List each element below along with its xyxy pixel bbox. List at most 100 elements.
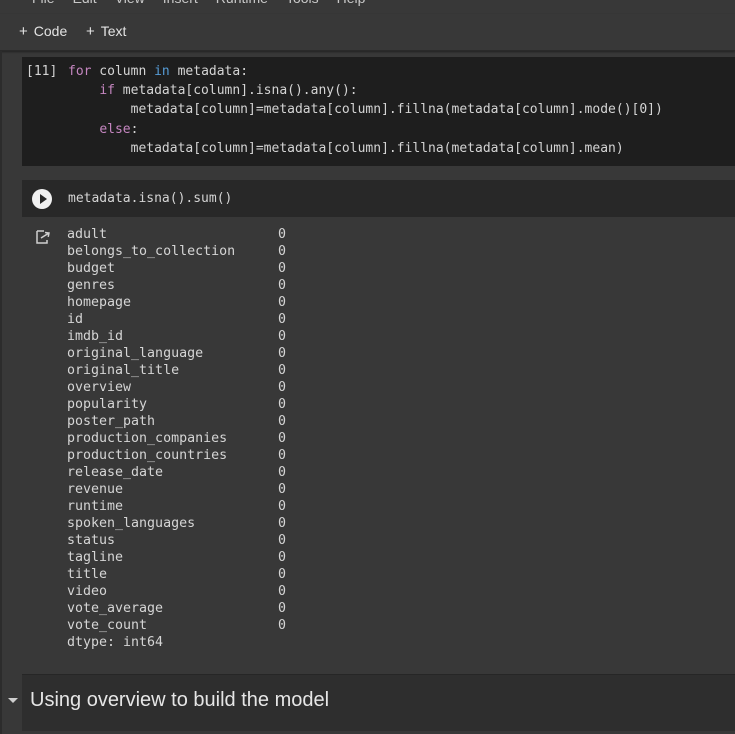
- plus-icon: +: [19, 23, 28, 40]
- run-cell-button[interactable]: [32, 189, 52, 209]
- null-count: 0: [278, 584, 287, 599]
- output-row: original_language 0: [67, 345, 286, 362]
- null-count: 0: [278, 244, 287, 259]
- collapse-section-icon[interactable]: [8, 698, 18, 703]
- null-count: 0: [278, 414, 287, 429]
- add-code-button[interactable]: + Code: [19, 23, 67, 40]
- text-section-header[interactable]: Using overview to build the model: [22, 674, 735, 731]
- output-row: production_companies 0: [67, 430, 286, 447]
- null-count: 0: [278, 346, 287, 361]
- menu-item[interactable]: Insert: [163, 0, 198, 6]
- null-count: 0: [278, 312, 287, 327]
- column-name: vote_average: [67, 601, 164, 616]
- output-row: tagline 0: [67, 549, 286, 566]
- column-name: runtime: [67, 499, 124, 514]
- column-name: original_title: [67, 363, 180, 378]
- execution-count: [11]: [26, 64, 58, 79]
- null-count: 0: [278, 431, 287, 446]
- null-count: 0: [278, 295, 287, 310]
- column-name: production_companies: [67, 431, 228, 446]
- column-name: video: [67, 584, 108, 599]
- menu-item[interactable]: Edit: [73, 0, 97, 6]
- code-line: if metadata[column].isna().any():: [68, 81, 663, 100]
- column-name: tagline: [67, 550, 124, 565]
- column-name: popularity: [67, 397, 148, 412]
- add-text-label: Text: [100, 23, 127, 39]
- null-count: 0: [278, 448, 287, 463]
- code-token: if: [99, 83, 115, 99]
- code-token: else: [99, 121, 131, 137]
- output-row: release_date 0: [67, 464, 286, 481]
- toolbar: + Code + Text: [0, 14, 735, 51]
- code-token: metadata[column].isna().any():: [114, 83, 358, 99]
- column-name: release_date: [67, 465, 164, 480]
- column-name: genres: [67, 278, 116, 293]
- plus-icon: +: [86, 23, 95, 40]
- output-row: spoken_languages 0: [67, 515, 286, 532]
- column-name: status: [67, 533, 116, 548]
- null-count: 0: [278, 482, 287, 497]
- output-row: vote_average 0: [67, 600, 286, 617]
- null-count: 0: [278, 227, 287, 242]
- menu-item[interactable]: File: [32, 0, 55, 6]
- output-row: video 0: [67, 583, 286, 600]
- null-count: 0: [278, 516, 287, 531]
- menu-item[interactable]: View: [115, 0, 145, 6]
- left-rail: [0, 51, 2, 734]
- output-row: title 0: [67, 566, 286, 583]
- code-token: for: [68, 64, 92, 79]
- null-count: 0: [278, 397, 287, 412]
- column-name: revenue: [67, 482, 124, 497]
- null-count: 0: [278, 533, 287, 548]
- cell-output: adult 0 belongs_to_collection 0 budget 0 genre…: [67, 226, 286, 651]
- column-name: original_language: [67, 346, 204, 361]
- output-row: id 0: [67, 311, 286, 328]
- column-name: homepage: [67, 295, 132, 310]
- column-name: spoken_languages: [67, 516, 196, 531]
- code-line: metadata[column]=metadata[column].fillna…: [68, 100, 663, 119]
- code-cell-active[interactable]: metadata.isna().sum(): [22, 180, 735, 217]
- column-name: overview: [67, 380, 132, 395]
- output-row: original_title 0: [67, 362, 286, 379]
- output-row: overview 0: [67, 379, 286, 396]
- null-count: 0: [278, 465, 287, 480]
- code-line: else:: [68, 120, 663, 139]
- null-count: 0: [278, 499, 287, 514]
- output-row: belongs_to_collection 0: [67, 243, 286, 260]
- output-row: vote_count 0: [67, 617, 286, 634]
- code-token: column: [91, 64, 155, 79]
- output-row: genres 0: [67, 277, 286, 294]
- output-row: budget 0: [67, 260, 286, 277]
- null-count: 0: [278, 618, 287, 633]
- output-actions-icon[interactable]: [35, 229, 51, 245]
- add-text-button[interactable]: + Text: [86, 23, 126, 40]
- output-row: popularity 0: [67, 396, 286, 413]
- code-line: for column in metadata:: [68, 62, 663, 81]
- code-cell-previous[interactable]: [11] for column in metadata: if metadata…: [22, 57, 735, 166]
- menu-item[interactable]: Runtime: [216, 0, 268, 6]
- code-lines[interactable]: for column in metadata: if metadata[colu…: [68, 62, 663, 158]
- code-line[interactable]: metadata.isna().sum(): [68, 189, 232, 208]
- column-name: title: [67, 567, 108, 582]
- column-name: production_countries: [67, 448, 228, 463]
- output-row: imdb_id 0: [67, 328, 286, 345]
- output-row: adult 0: [67, 226, 286, 243]
- column-name: imdb_id: [67, 329, 124, 344]
- code-token: in: [154, 64, 170, 79]
- null-count: 0: [278, 601, 287, 616]
- column-name: adult: [67, 227, 108, 242]
- menu-bar: File Edit View Insert Runtime Tools Help: [0, 0, 735, 14]
- dtype-line: dtype: int64: [67, 635, 164, 650]
- null-count: 0: [278, 278, 287, 293]
- null-count: 0: [278, 567, 287, 582]
- output-row: revenue 0: [67, 481, 286, 498]
- menu-item[interactable]: Tools: [286, 0, 319, 6]
- code-token: metadata:: [169, 64, 249, 79]
- output-row: runtime 0: [67, 498, 286, 515]
- section-title: Using overview to build the model: [30, 689, 330, 711]
- null-count: 0: [278, 380, 287, 395]
- column-name: vote_count: [67, 618, 148, 633]
- menu-item[interactable]: Help: [337, 0, 366, 6]
- null-count: 0: [278, 261, 287, 276]
